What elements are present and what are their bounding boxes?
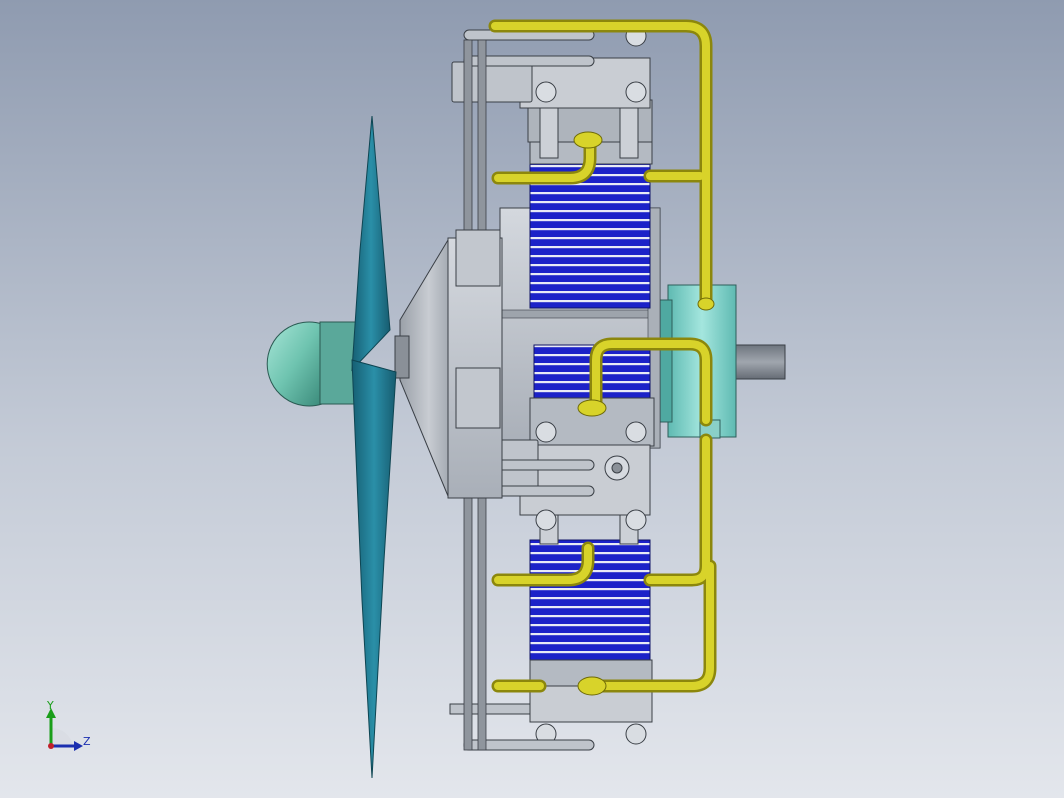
z-axis-label: Z [83,735,91,748]
engine-model[interactable] [0,0,1064,798]
y-axis-label: Y [47,699,54,712]
spinner [266,321,323,407]
propeller-blade-upper [351,115,391,372]
cad-viewport[interactable]: Y Z [0,0,1064,798]
propeller-blade-lower [351,359,397,779]
rear-shaft [734,344,786,380]
orientation-triad: Y Z [40,698,100,758]
